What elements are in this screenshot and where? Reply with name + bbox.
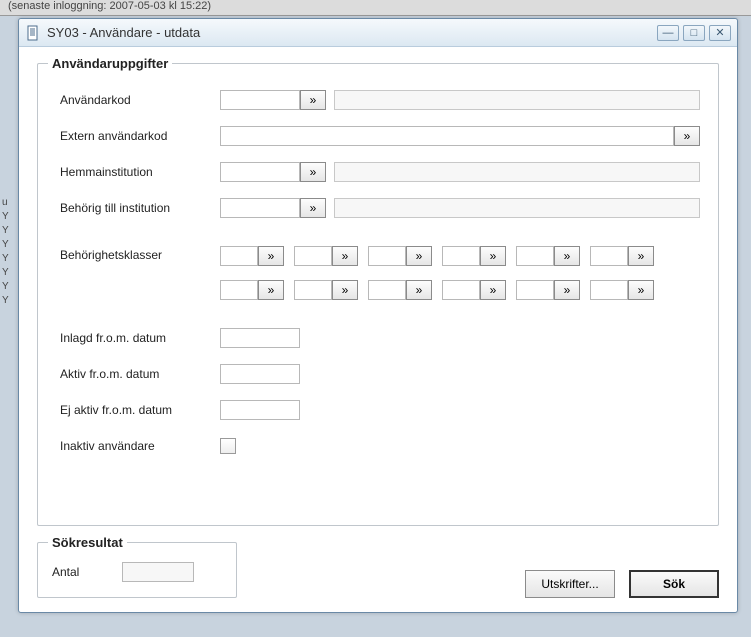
label-extern: Extern användarkod bbox=[60, 129, 220, 143]
lookup-klass-1-1[interactable]: » bbox=[258, 246, 284, 266]
input-klass-1-2[interactable] bbox=[294, 246, 332, 266]
display-hemma bbox=[334, 162, 700, 182]
close-icon: ✕ bbox=[715, 26, 724, 39]
input-klass-2-1[interactable] bbox=[220, 280, 258, 300]
document-icon bbox=[25, 25, 41, 41]
lookup-klass-1-5[interactable]: » bbox=[554, 246, 580, 266]
label-ejaktiv: Ej aktiv fr.o.m. datum bbox=[60, 403, 220, 417]
chevron-right-icon: » bbox=[310, 93, 317, 107]
input-klass-2-6[interactable] bbox=[590, 280, 628, 300]
chevron-right-icon: » bbox=[268, 249, 275, 263]
chevron-right-icon: » bbox=[342, 283, 349, 297]
chevron-right-icon: » bbox=[268, 283, 275, 297]
lookup-klass-2-6[interactable]: » bbox=[628, 280, 654, 300]
input-klass-1-4[interactable] bbox=[442, 246, 480, 266]
input-behorig-institution[interactable] bbox=[220, 198, 300, 218]
lookup-klass-2-5[interactable]: » bbox=[554, 280, 580, 300]
display-anvandarkod bbox=[334, 90, 700, 110]
minimize-icon: — bbox=[663, 27, 674, 39]
chevron-right-icon: » bbox=[684, 129, 691, 143]
lookup-klass-2-3[interactable]: » bbox=[406, 280, 432, 300]
checkbox-inaktiv[interactable] bbox=[220, 438, 236, 454]
chevron-right-icon: » bbox=[490, 283, 497, 297]
chevron-right-icon: » bbox=[638, 283, 645, 297]
button-utskrifter[interactable]: Utskrifter... bbox=[525, 570, 615, 598]
display-behorig bbox=[334, 198, 700, 218]
close-button[interactable]: ✕ bbox=[709, 25, 731, 41]
input-extern-anvandarkod[interactable] bbox=[220, 126, 674, 146]
chevron-right-icon: » bbox=[564, 249, 571, 263]
lookup-klass-1-4[interactable]: » bbox=[480, 246, 506, 266]
chevron-right-icon: » bbox=[564, 283, 571, 297]
lookup-klass-1-2[interactable]: » bbox=[332, 246, 358, 266]
input-klass-2-4[interactable] bbox=[442, 280, 480, 300]
klass-row-1: » » » » » » bbox=[220, 246, 654, 266]
chevron-right-icon: » bbox=[310, 201, 317, 215]
maximize-button[interactable]: □ bbox=[683, 25, 705, 41]
label-aktiv: Aktiv fr.o.m. datum bbox=[60, 367, 220, 381]
lookup-klass-2-1[interactable]: » bbox=[258, 280, 284, 300]
label-hemma: Hemmainstitution bbox=[60, 165, 220, 179]
result-legend: Sökresultat bbox=[48, 535, 127, 550]
button-sok[interactable]: Sök bbox=[629, 570, 719, 598]
chevron-right-icon: » bbox=[342, 249, 349, 263]
label-inaktiv: Inaktiv användare bbox=[60, 439, 220, 453]
lookup-klass-2-4[interactable]: » bbox=[480, 280, 506, 300]
input-klass-1-6[interactable] bbox=[590, 246, 628, 266]
input-klass-2-3[interactable] bbox=[368, 280, 406, 300]
label-behorig: Behörig till institution bbox=[60, 201, 220, 215]
chevron-right-icon: » bbox=[638, 249, 645, 263]
lookup-behorig[interactable]: » bbox=[300, 198, 326, 218]
window-sy03: SY03 - Användare - utdata — □ ✕ Användar… bbox=[18, 18, 738, 613]
lookup-klass-2-2[interactable]: » bbox=[332, 280, 358, 300]
left-margin-letters: u Y Y Y Y Y Y Y bbox=[2, 196, 9, 308]
input-klass-1-5[interactable] bbox=[516, 246, 554, 266]
bottom-bar: Sökresultat Antal Utskrifter... Sök bbox=[37, 542, 719, 598]
input-klass-2-5[interactable] bbox=[516, 280, 554, 300]
group-sokresultat: Sökresultat Antal bbox=[37, 542, 237, 598]
app-header: (senaste inloggning: 2007-05-03 kl 15:22… bbox=[0, 0, 751, 16]
input-ejaktiv-datum[interactable] bbox=[220, 400, 300, 420]
input-hemmainstitution[interactable] bbox=[220, 162, 300, 182]
input-aktiv-datum[interactable] bbox=[220, 364, 300, 384]
window-title: SY03 - Användare - utdata bbox=[47, 25, 657, 40]
minimize-button[interactable]: — bbox=[657, 25, 679, 41]
group-anvandaruppgifter: Användaruppgifter Användarkod » Extern a… bbox=[37, 63, 719, 526]
chevron-right-icon: » bbox=[416, 283, 423, 297]
lookup-klass-1-3[interactable]: » bbox=[406, 246, 432, 266]
label-anvandarkod: Användarkod bbox=[60, 93, 220, 107]
label-antal: Antal bbox=[52, 565, 122, 579]
input-klass-1-3[interactable] bbox=[368, 246, 406, 266]
titlebar[interactable]: SY03 - Användare - utdata — □ ✕ bbox=[19, 19, 737, 47]
input-klass-2-2[interactable] bbox=[294, 280, 332, 300]
display-antal bbox=[122, 562, 194, 582]
lookup-klass-1-6[interactable]: » bbox=[628, 246, 654, 266]
label-inlagd: Inlagd fr.o.m. datum bbox=[60, 331, 220, 345]
lookup-extern[interactable]: » bbox=[674, 126, 700, 146]
input-inlagd-datum[interactable] bbox=[220, 328, 300, 348]
chevron-right-icon: » bbox=[490, 249, 497, 263]
label-behklasser: Behörighetsklasser bbox=[60, 246, 220, 262]
lookup-anvandarkod[interactable]: » bbox=[300, 90, 326, 110]
klass-row-2: » » » » » » bbox=[220, 280, 654, 300]
client-area: Användaruppgifter Användarkod » Extern a… bbox=[19, 47, 737, 612]
maximize-icon: □ bbox=[691, 27, 698, 39]
chevron-right-icon: » bbox=[416, 249, 423, 263]
chevron-right-icon: » bbox=[310, 165, 317, 179]
input-klass-1-1[interactable] bbox=[220, 246, 258, 266]
lookup-hemma[interactable]: » bbox=[300, 162, 326, 182]
input-anvandarkod[interactable] bbox=[220, 90, 300, 110]
group-legend: Användaruppgifter bbox=[48, 56, 172, 71]
